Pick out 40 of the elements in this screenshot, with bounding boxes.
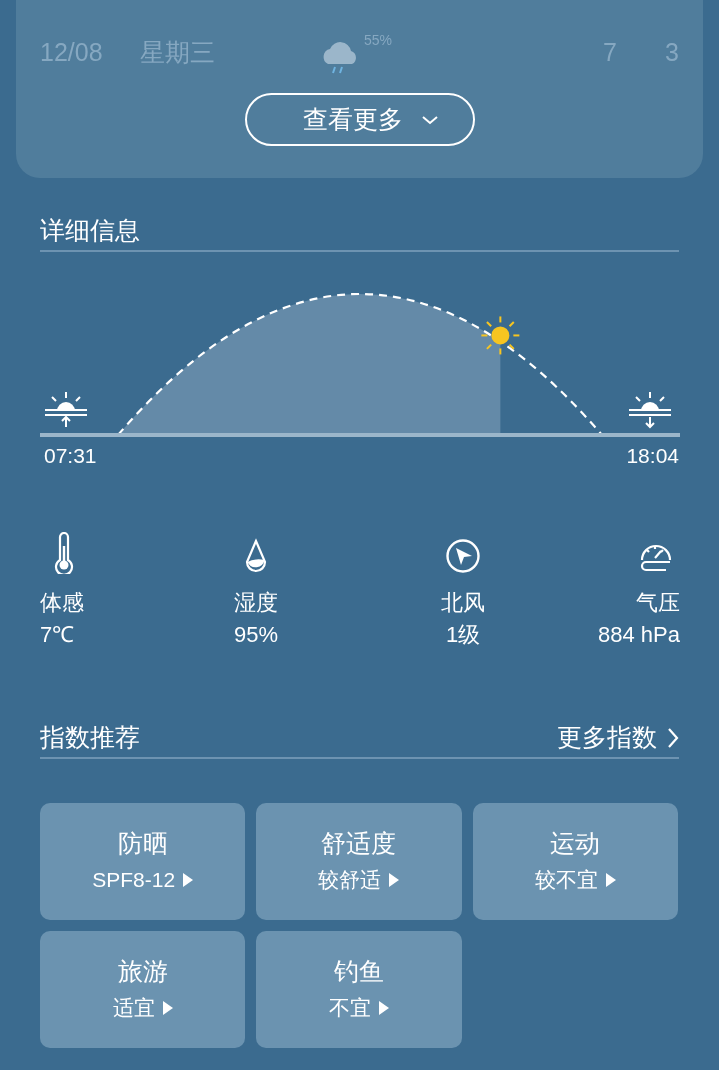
index-title: 旅游 bbox=[117, 956, 168, 988]
sunset-icon bbox=[628, 391, 672, 429]
stat-label: 体感 bbox=[40, 588, 84, 617]
stat-label: 北风 bbox=[441, 588, 485, 617]
index-card[interactable]: 旅游 适宜 bbox=[40, 930, 246, 1048]
play-triangle-icon bbox=[379, 1001, 389, 1015]
index-card[interactable]: 钓鱼 不宜 bbox=[256, 930, 462, 1048]
sunset-time: 18:04 bbox=[626, 443, 679, 469]
index-value: 较不宜 bbox=[534, 867, 598, 894]
play-triangle-icon bbox=[183, 873, 194, 887]
index-card[interactable]: 舒适度 较舒适 bbox=[256, 802, 462, 920]
sunrise-time: 07:31 bbox=[44, 443, 97, 469]
play-triangle-icon bbox=[162, 1001, 173, 1015]
index-card[interactable]: 防晒 SPF8-12 bbox=[40, 802, 246, 920]
stat-value: 1级 bbox=[445, 620, 481, 649]
index-card[interactable]: 运动 较不宜 bbox=[472, 802, 678, 920]
index-value: 适宜 bbox=[112, 995, 155, 1022]
index-title: 防晒 bbox=[117, 828, 168, 860]
stat-label: 气压 bbox=[636, 588, 680, 617]
section-title: 详细信息 bbox=[40, 215, 140, 247]
more-indices-link[interactable]: 更多指数 bbox=[557, 718, 679, 757]
stat-label: 湿度 bbox=[234, 588, 278, 617]
index-value: 不宜 bbox=[329, 995, 371, 1022]
thermometer-icon bbox=[52, 531, 76, 574]
index-value: SPF8-12 bbox=[92, 867, 176, 894]
stat-value: 884 hPa bbox=[598, 620, 680, 649]
sunrise-icon bbox=[44, 391, 88, 428]
chevron-down-icon bbox=[421, 114, 439, 125]
play-triangle-icon bbox=[605, 873, 616, 887]
chevron-right-icon bbox=[667, 726, 679, 749]
section-title: 指数推荐 bbox=[40, 721, 140, 753]
index-value: 较舒适 bbox=[318, 867, 382, 894]
more-button[interactable]: 查看更多 bbox=[245, 93, 475, 146]
index-title: 运动 bbox=[550, 828, 601, 860]
water-drop-icon bbox=[244, 537, 268, 574]
stat-value: 7℃ bbox=[40, 620, 75, 649]
stat-value: 95% bbox=[233, 620, 278, 649]
play-triangle-icon bbox=[389, 873, 400, 887]
index-title: 舒适度 bbox=[321, 828, 397, 860]
index-title: 钓鱼 bbox=[334, 956, 384, 988]
